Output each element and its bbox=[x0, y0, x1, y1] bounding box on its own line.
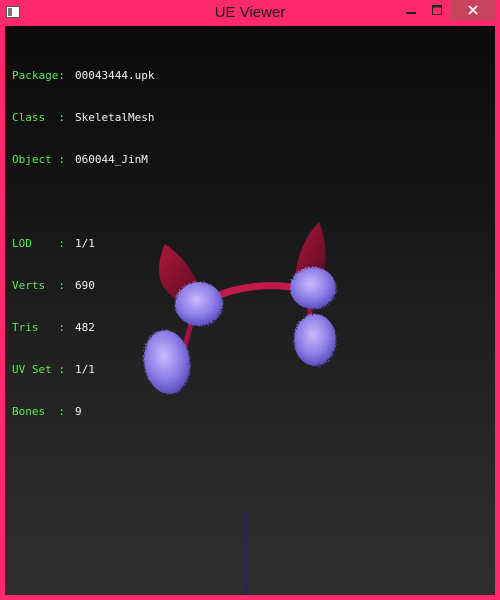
info-key: Verts : bbox=[12, 279, 65, 292]
info-value: 9 bbox=[75, 405, 82, 418]
info-value: 1/1 bbox=[75, 363, 95, 376]
info-value: 690 bbox=[75, 279, 95, 292]
info-key: Class : bbox=[12, 111, 65, 124]
info-value: 060044_JinM bbox=[75, 153, 148, 166]
close-button[interactable] bbox=[450, 0, 496, 20]
puff-left-upper bbox=[175, 282, 223, 326]
close-icon bbox=[468, 5, 478, 15]
mesh-info-panel: Package: 00043444.upk Class : SkeletalMesh… bbox=[12, 41, 154, 447]
info-row-verts: Verts : 690 bbox=[12, 279, 154, 293]
title-bar[interactable]: UE Viewer bbox=[0, 0, 500, 26]
maximize-button[interactable] bbox=[424, 0, 450, 20]
maximize-icon bbox=[432, 5, 442, 15]
info-row-class: Class : SkeletalMesh bbox=[12, 111, 154, 125]
info-row-object: Object : 060044_JinM bbox=[12, 153, 154, 167]
minimize-button[interactable] bbox=[398, 0, 424, 20]
info-key: UV Set : bbox=[12, 363, 65, 376]
info-key: Package: bbox=[12, 69, 65, 82]
info-key: Object : bbox=[12, 153, 65, 166]
app-window: UE Viewer Package: 00043444.upk Class: … bbox=[0, 0, 500, 600]
info-row-tris: Tris : 482 bbox=[12, 321, 154, 335]
info-spacer bbox=[12, 195, 154, 209]
mesh-viewport[interactable]: Package: 00043444.upk Class : SkeletalMesh… bbox=[5, 26, 495, 595]
info-value: 00043444.upk bbox=[75, 69, 155, 82]
info-key: LOD : bbox=[12, 237, 65, 250]
info-row-package: Package: 00043444.upk bbox=[12, 69, 154, 83]
info-row-uvset: UV Set : 1/1 bbox=[12, 363, 154, 377]
puff-right-lower bbox=[294, 314, 336, 366]
info-row-lod: LOD : 1/1 bbox=[12, 237, 154, 251]
info-row-bones: Bones : 9 bbox=[12, 405, 154, 419]
info-value: 1/1 bbox=[75, 237, 95, 250]
info-key: Bones : bbox=[12, 405, 65, 418]
info-value: SkeletalMesh bbox=[75, 111, 155, 124]
info-value: 482 bbox=[75, 321, 95, 334]
info-key: Tris : bbox=[12, 321, 65, 334]
minimize-icon bbox=[406, 12, 416, 14]
puff-right-upper bbox=[290, 267, 336, 309]
